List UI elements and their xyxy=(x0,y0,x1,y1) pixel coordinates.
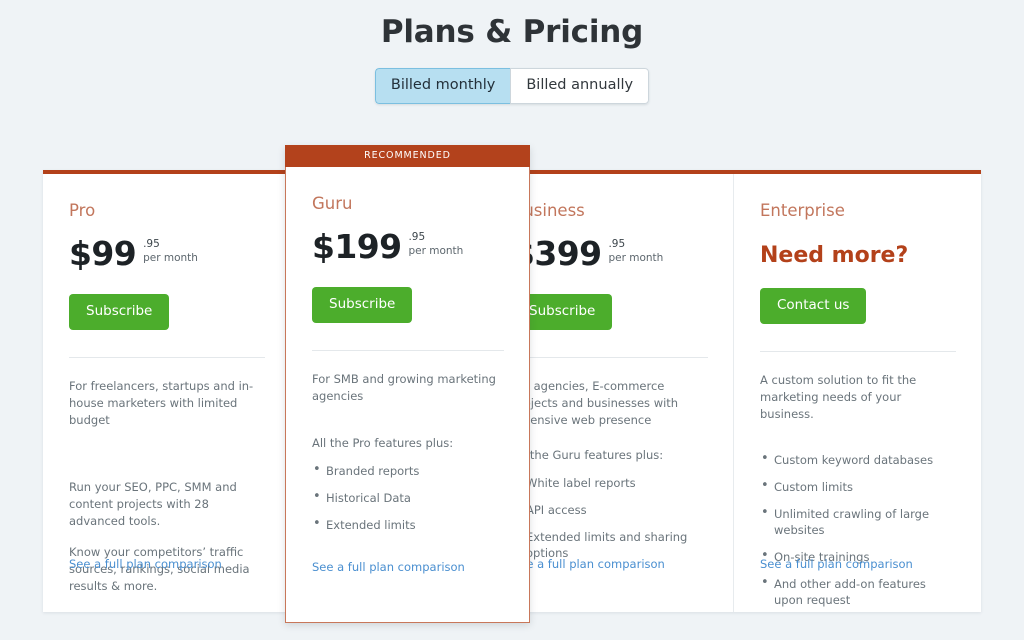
feature-list-guru: Branded reports Historical Data Extended… xyxy=(312,462,504,533)
subscribe-button-pro[interactable]: Subscribe xyxy=(69,294,170,330)
billing-toggle: Billed monthly Billed annually xyxy=(0,68,1024,104)
plan-name-enterprise: Enterprise xyxy=(760,201,845,220)
list-item: Custom keyword databases xyxy=(760,451,956,468)
divider-enterprise xyxy=(760,351,956,352)
plan-headline-enterprise: Need more? xyxy=(760,243,909,268)
list-item: Custom limits xyxy=(760,478,956,495)
features-intro-business: All the Guru features plus: xyxy=(512,448,664,462)
spacer-pro xyxy=(69,429,265,459)
plan-name-pro: Pro xyxy=(69,201,96,220)
spacer-guru xyxy=(312,405,504,435)
billing-toggle-group: Billed monthly Billed annually xyxy=(374,68,650,104)
contact-us-button[interactable]: Contact us xyxy=(760,288,867,324)
plan-name-business: Business xyxy=(512,201,585,220)
price-period-guru: per month xyxy=(408,245,464,257)
price-amount-guru: $199 xyxy=(312,227,402,266)
price-guru: $199 .95 per month xyxy=(312,230,504,268)
price-detail-guru: .95 per month xyxy=(408,230,463,258)
price-amount-pro: $99 xyxy=(69,234,137,273)
plan-card-enterprise: Enterprise Need more? Contact us A custo… xyxy=(733,174,981,612)
plan-blurb-pro-1: For freelancers, startups and in-house m… xyxy=(69,379,254,427)
price-pro: $99 .95 per month xyxy=(69,237,265,275)
features-intro-guru: All the Pro features plus: xyxy=(312,436,454,450)
plan-blurb-enterprise-1: A custom solution to fit the marketing n… xyxy=(760,373,917,421)
divider-business xyxy=(512,357,708,358)
toggle-billed-monthly[interactable]: Billed monthly xyxy=(374,68,511,104)
price-period-business: per month xyxy=(608,252,664,264)
list-item: Unlimited crawling of large websites xyxy=(760,505,956,538)
list-item: Historical Data xyxy=(312,489,504,506)
plan-blurb-business-1: For agencies, E-commerce projects and bu… xyxy=(512,379,679,427)
subscribe-button-guru[interactable]: Subscribe xyxy=(312,287,413,323)
spacer-business xyxy=(512,429,708,447)
plan-card-guru: RECOMMENDED Guru $199 .95 per month Subs… xyxy=(285,145,530,623)
price-business: $399 .95 per month xyxy=(512,237,708,275)
feature-list-enterprise: Custom keyword databases Custom limits U… xyxy=(760,451,956,608)
compare-link-business[interactable]: See a full plan comparison xyxy=(512,557,665,571)
plan-name-guru: Guru xyxy=(312,194,353,213)
plan-card-pro: Pro $99 .95 per month Subscribe For free… xyxy=(43,174,290,612)
plan-blurb-pro-2: Run your SEO, PPC, SMM and content proje… xyxy=(69,480,237,528)
list-item: And other add-on features upon request xyxy=(760,575,956,608)
compare-link-pro[interactable]: See a full plan comparison xyxy=(69,557,222,571)
recommended-ribbon: RECOMMENDED xyxy=(285,145,530,167)
toggle-billed-annually[interactable]: Billed annually xyxy=(510,68,650,104)
price-cents-guru: .95 xyxy=(408,231,426,243)
list-item: Branded reports xyxy=(312,462,504,479)
compare-link-guru[interactable]: See a full plan comparison xyxy=(312,560,465,574)
list-item: API access xyxy=(512,501,708,518)
spacer-enterprise xyxy=(760,423,956,441)
plan-blurb-guru-1: For SMB and growing marketing agencies xyxy=(312,372,496,403)
price-detail-business: .95 per month xyxy=(608,237,663,265)
feature-list-business: White label reports API access Extended … xyxy=(512,474,708,561)
list-item: White label reports xyxy=(512,474,708,491)
price-period-pro: per month xyxy=(143,252,198,264)
plan-card-guru-body: Guru $199 .95 per month Subscribe For SM… xyxy=(286,167,529,574)
price-cents-business: .95 xyxy=(608,238,626,250)
divider-guru xyxy=(312,350,504,351)
price-cents-pro: .95 xyxy=(143,238,160,250)
list-item: Extended limits xyxy=(312,516,504,533)
compare-link-enterprise[interactable]: See a full plan comparison xyxy=(760,557,913,571)
page-title: Plans & Pricing xyxy=(380,14,644,50)
price-detail-pro: .95 per month xyxy=(143,237,198,265)
divider-pro xyxy=(69,357,265,358)
